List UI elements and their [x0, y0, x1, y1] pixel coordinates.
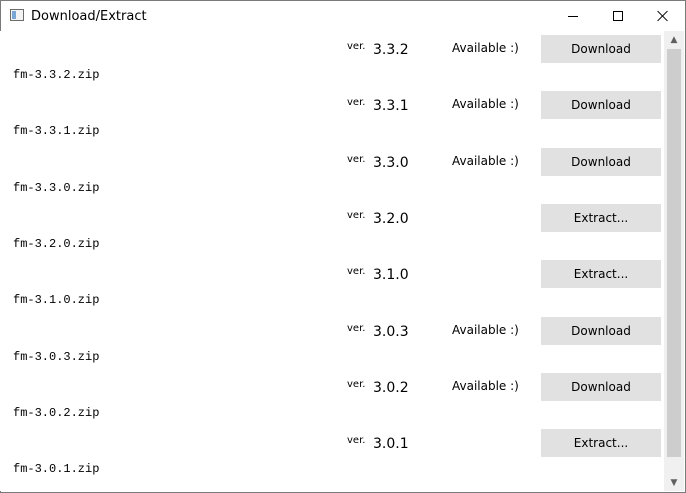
download-button[interactable]: Download	[541, 35, 661, 63]
download-button[interactable]: Download	[541, 316, 661, 345]
version-row: ver. 3.0.3 Available :) Download fm-3.0.3.zi…	[0, 313, 664, 369]
version-row: ver. 3.3.1 Available :) Download fm-3.3.1.zi…	[0, 87, 664, 143]
ver-label: ver.	[347, 378, 366, 390]
version-row: ver. 3.0.1 Extract... fm-3.0.1.zip	[0, 425, 664, 481]
zip-filename: fm-3.3.2.zip	[13, 68, 100, 82]
availability-status: Available :)	[452, 153, 519, 168]
download-button[interactable]: Download	[541, 91, 661, 120]
zip-filename: fm-3.2.0.zip	[13, 236, 100, 251]
version-row: ver. 3.1.0 Extract... fm-3.1.0.zip	[0, 256, 664, 312]
availability-status: Available :)	[452, 378, 519, 393]
ver-label: ver.	[347, 209, 366, 221]
version-number: 3.0.3	[373, 323, 409, 340]
window-app-icon	[10, 9, 24, 21]
ver-label: ver.	[347, 97, 366, 109]
version-row: ver. 3.2.0 Extract... fm-3.2.0.zip	[0, 200, 664, 256]
title-bar[interactable]: Download/Extract	[1, 1, 685, 31]
vertical-scrollbar[interactable]: ▲ ▼	[664, 31, 684, 491]
version-number: 3.3.0	[373, 154, 409, 171]
window-title: Download/Extract	[31, 9, 147, 24]
close-button[interactable]	[640, 1, 685, 31]
version-number: 3.0.1	[373, 436, 409, 453]
ver-label: ver.	[347, 41, 366, 52]
availability-status: Available :)	[452, 41, 519, 55]
extract-button[interactable]: Extract...	[541, 429, 661, 458]
minimize-button[interactable]	[550, 1, 596, 31]
ver-label: ver.	[347, 266, 366, 278]
availability-status: Available :)	[452, 322, 519, 337]
maximize-icon	[613, 11, 623, 21]
maximize-button[interactable]	[595, 1, 641, 31]
version-row: ver. 3.3.0 Available :) Download fm-3.3.0.zi…	[0, 144, 664, 200]
minimize-icon	[568, 15, 578, 17]
zip-filename: fm-3.3.0.zip	[13, 180, 100, 195]
ver-label: ver.	[347, 435, 366, 447]
zip-filename: fm-3.0.2.zip	[13, 405, 100, 420]
zip-filename: fm-3.0.1.zip	[13, 462, 100, 477]
scroll-down-arrow-icon[interactable]: ▼	[664, 474, 684, 491]
scrollbar-thumb[interactable]	[667, 49, 681, 457]
download-button[interactable]: Download	[541, 372, 661, 401]
download-button[interactable]: Download	[541, 147, 661, 176]
scroll-up-arrow-icon[interactable]: ▲	[664, 31, 684, 48]
version-number: 3.1.0	[373, 267, 409, 284]
ver-label: ver.	[347, 322, 366, 334]
version-row: ver. 3.0.2 Available :) Download fm-3.0.2.zi…	[0, 369, 664, 425]
zip-filename: fm-3.0.3.zip	[13, 349, 100, 364]
version-row: ver. 3.3.2 Available :) Download fm-3.3.2.zi…	[0, 31, 664, 87]
version-number: 3.0.2	[373, 379, 409, 396]
version-list: ver. 3.3.2 Available :) Download fm-3.3.2.zi…	[0, 31, 664, 491]
zip-filename: fm-3.3.1.zip	[13, 124, 100, 139]
version-number: 3.3.2	[373, 42, 409, 58]
ver-label: ver.	[347, 153, 366, 165]
extract-button[interactable]: Extract...	[541, 203, 661, 232]
version-number: 3.2.0	[373, 210, 409, 227]
version-number: 3.3.1	[373, 98, 409, 115]
close-icon	[657, 10, 669, 22]
availability-status: Available :)	[452, 97, 519, 112]
zip-filename: fm-3.1.0.zip	[13, 293, 100, 308]
extract-button[interactable]: Extract...	[541, 260, 661, 289]
